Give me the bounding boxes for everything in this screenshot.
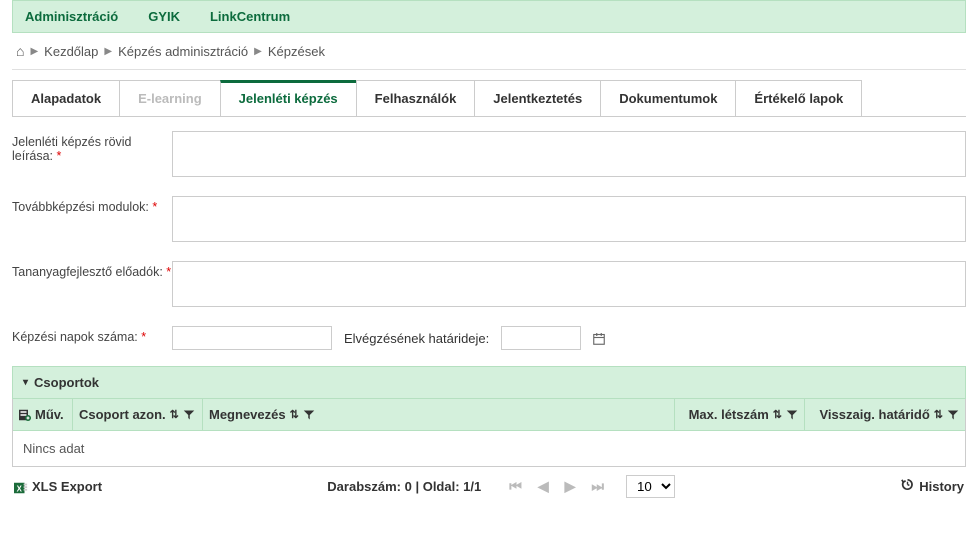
svg-text:X: X [17,484,23,493]
table-footer: X XLS Export Darabszám: 0 | Oldal: 1/1 ⏮… [12,467,966,506]
breadcrumb: ⌂ ▶ Kezdőlap ▶ Képzés adminisztráció ▶ K… [12,33,966,70]
sort-icon[interactable]: ⇅ [170,408,179,421]
add-row-icon[interactable] [19,408,31,420]
excel-icon: X [14,478,28,494]
filter-icon[interactable] [303,408,315,420]
nav-faq[interactable]: GYIK [148,9,180,24]
col-hat: Visszaig. határidő [819,407,929,422]
xls-label: XLS Export [32,479,102,494]
col-azon: Csoport azon. [79,407,166,422]
history-button[interactable]: History [900,477,964,496]
chevron-right-icon: ▶ [30,46,38,57]
input-days[interactable] [172,326,332,350]
pager-next-icon[interactable]: ▶ [561,476,580,497]
breadcrumb-home[interactable]: Kezdőlap [44,44,98,59]
required-icon: * [166,265,171,279]
label-modules: Továbbképzési modulok: * [12,196,172,214]
pager-prev-icon[interactable]: ◀ [534,476,553,497]
tab-jelentkeztetes[interactable]: Jelentkeztetés [474,80,601,116]
input-lecturers[interactable] [172,261,966,307]
filter-icon[interactable] [947,408,959,420]
required-icon: * [141,330,146,344]
label-deadline: Elvégzésének határideje: [344,331,489,346]
page-size-select[interactable]: 10 [626,475,675,498]
nav-linkcentrum[interactable]: LinkCentrum [210,9,290,24]
history-label: History [919,479,964,494]
required-icon: * [152,200,157,214]
table-csoportok: Műv. Csoport azon. ⇅ Megnevezés ⇅ [12,399,966,467]
sort-icon[interactable]: ⇅ [934,408,943,421]
filter-icon[interactable] [183,408,195,420]
nav-admin[interactable]: Adminisztráció [25,9,118,24]
tab-alapadatok[interactable]: Alapadatok [12,80,120,116]
breadcrumb-level2[interactable]: Képzések [268,44,325,59]
chevron-down-icon: ▾ [23,377,28,388]
tab-jelenleti[interactable]: Jelenléti képzés [220,80,357,116]
required-icon: * [56,149,61,163]
col-muv: Műv. [35,407,64,422]
table-empty-row: Nincs adat [13,431,965,466]
history-icon [900,477,915,496]
col-max: Max. létszám [689,407,769,422]
input-deadline[interactable] [501,326,581,350]
tab-elearning[interactable]: E-learning [119,80,221,116]
input-modules[interactable] [172,196,966,242]
sort-icon[interactable]: ⇅ [290,408,299,421]
tab-bar: Alapadatok E-learning Jelenléti képzés F… [12,80,966,117]
tab-ertekelo[interactable]: Értékelő lapok [735,80,862,116]
label-lecturers: Tananyagfejlesztő előadók: * [12,261,172,279]
pager-last-icon[interactable]: ⏭ [587,476,608,497]
tab-dokumentumok[interactable]: Dokumentumok [600,80,736,116]
chevron-right-icon: ▶ [104,46,112,57]
breadcrumb-level1[interactable]: Képzés adminisztráció [118,44,248,59]
top-nav: Adminisztráció GYIK LinkCentrum [12,0,966,33]
form-area: Jelenléti képzés rövid leírása: * Tovább… [12,117,966,520]
calendar-icon[interactable] [593,330,605,346]
count-info: Darabszám: 0 | Oldal: 1/1 [327,479,481,494]
xls-export-button[interactable]: X XLS Export [14,478,102,494]
col-megnev: Megnevezés [209,407,286,422]
sort-icon[interactable]: ⇅ [773,408,782,421]
filter-icon[interactable] [786,408,798,420]
pager-first-icon[interactable]: ⏮ [505,476,526,497]
panel-title: Csoportok [34,375,99,390]
table-header: Műv. Csoport azon. ⇅ Megnevezés ⇅ [13,399,965,431]
input-desc[interactable] [172,131,966,177]
chevron-right-icon: ▶ [254,46,262,57]
label-days: Képzési napok száma: * [12,326,172,344]
label-desc: Jelenléti képzés rövid leírása: * [12,131,172,163]
home-icon[interactable]: ⌂ [16,43,24,59]
panel-csoportok-header[interactable]: ▾ Csoportok [12,366,966,399]
tab-felhasznalok[interactable]: Felhasználók [356,80,476,116]
